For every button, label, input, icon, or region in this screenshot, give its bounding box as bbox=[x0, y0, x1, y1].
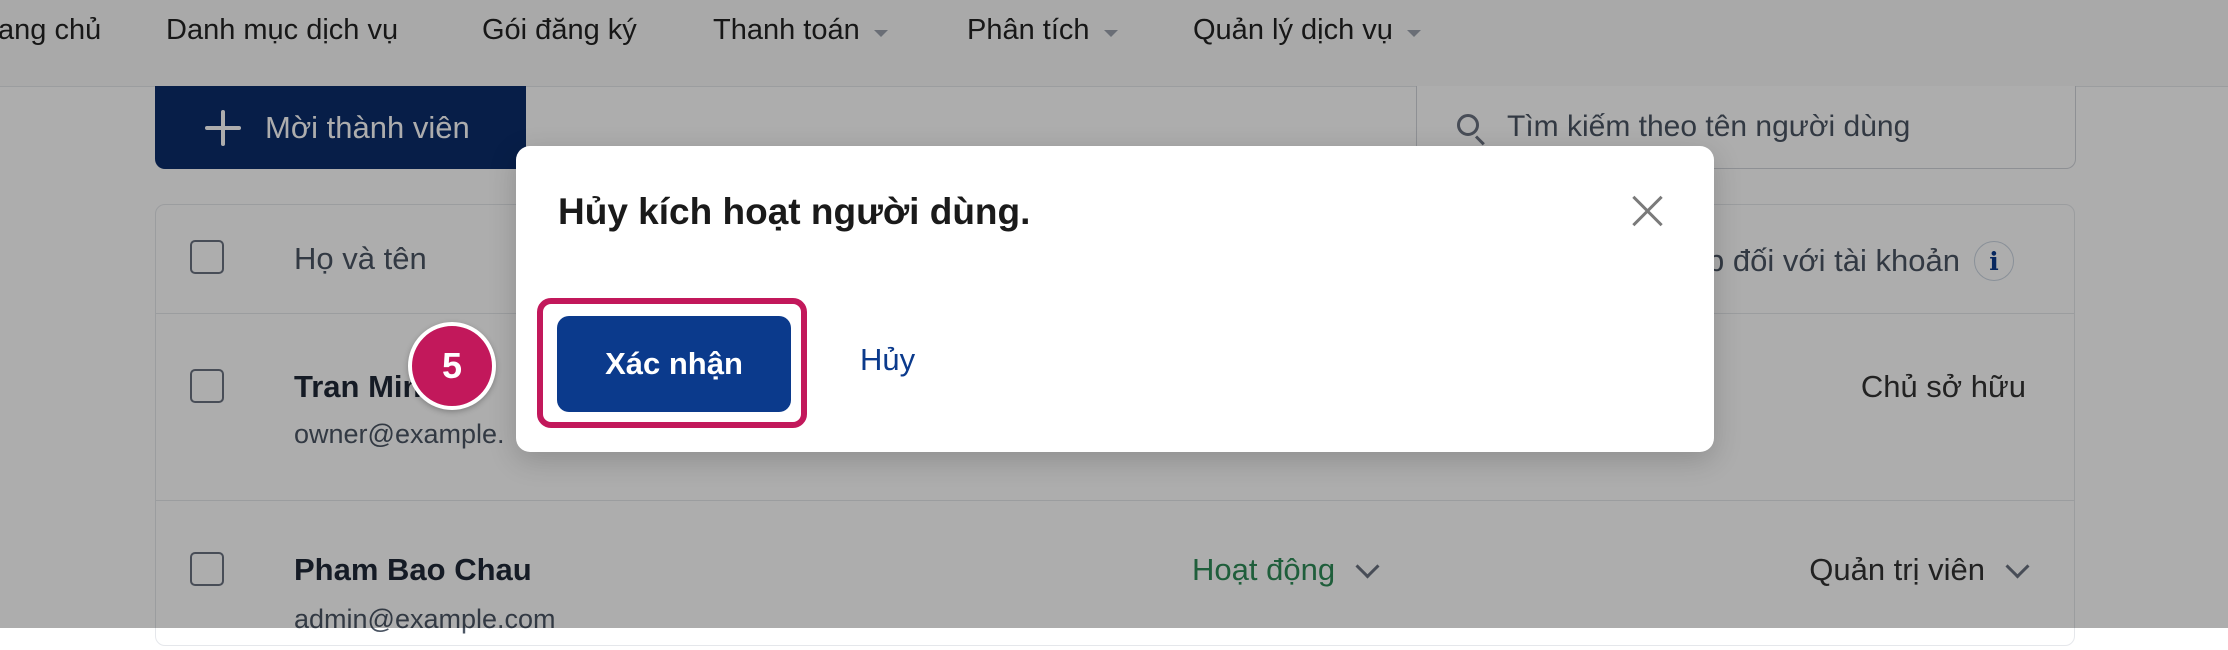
cancel-button[interactable]: Hủy bbox=[860, 342, 915, 378]
close-icon[interactable] bbox=[1630, 194, 1664, 228]
confirm-button[interactable]: Xác nhận bbox=[557, 316, 791, 412]
deactivate-user-dialog: Hủy kích hoạt người dùng. Xác nhận Hủy bbox=[516, 146, 1714, 452]
step-number-badge: 5 bbox=[408, 322, 496, 410]
dialog-title: Hủy kích hoạt người dùng. bbox=[558, 191, 1031, 232]
